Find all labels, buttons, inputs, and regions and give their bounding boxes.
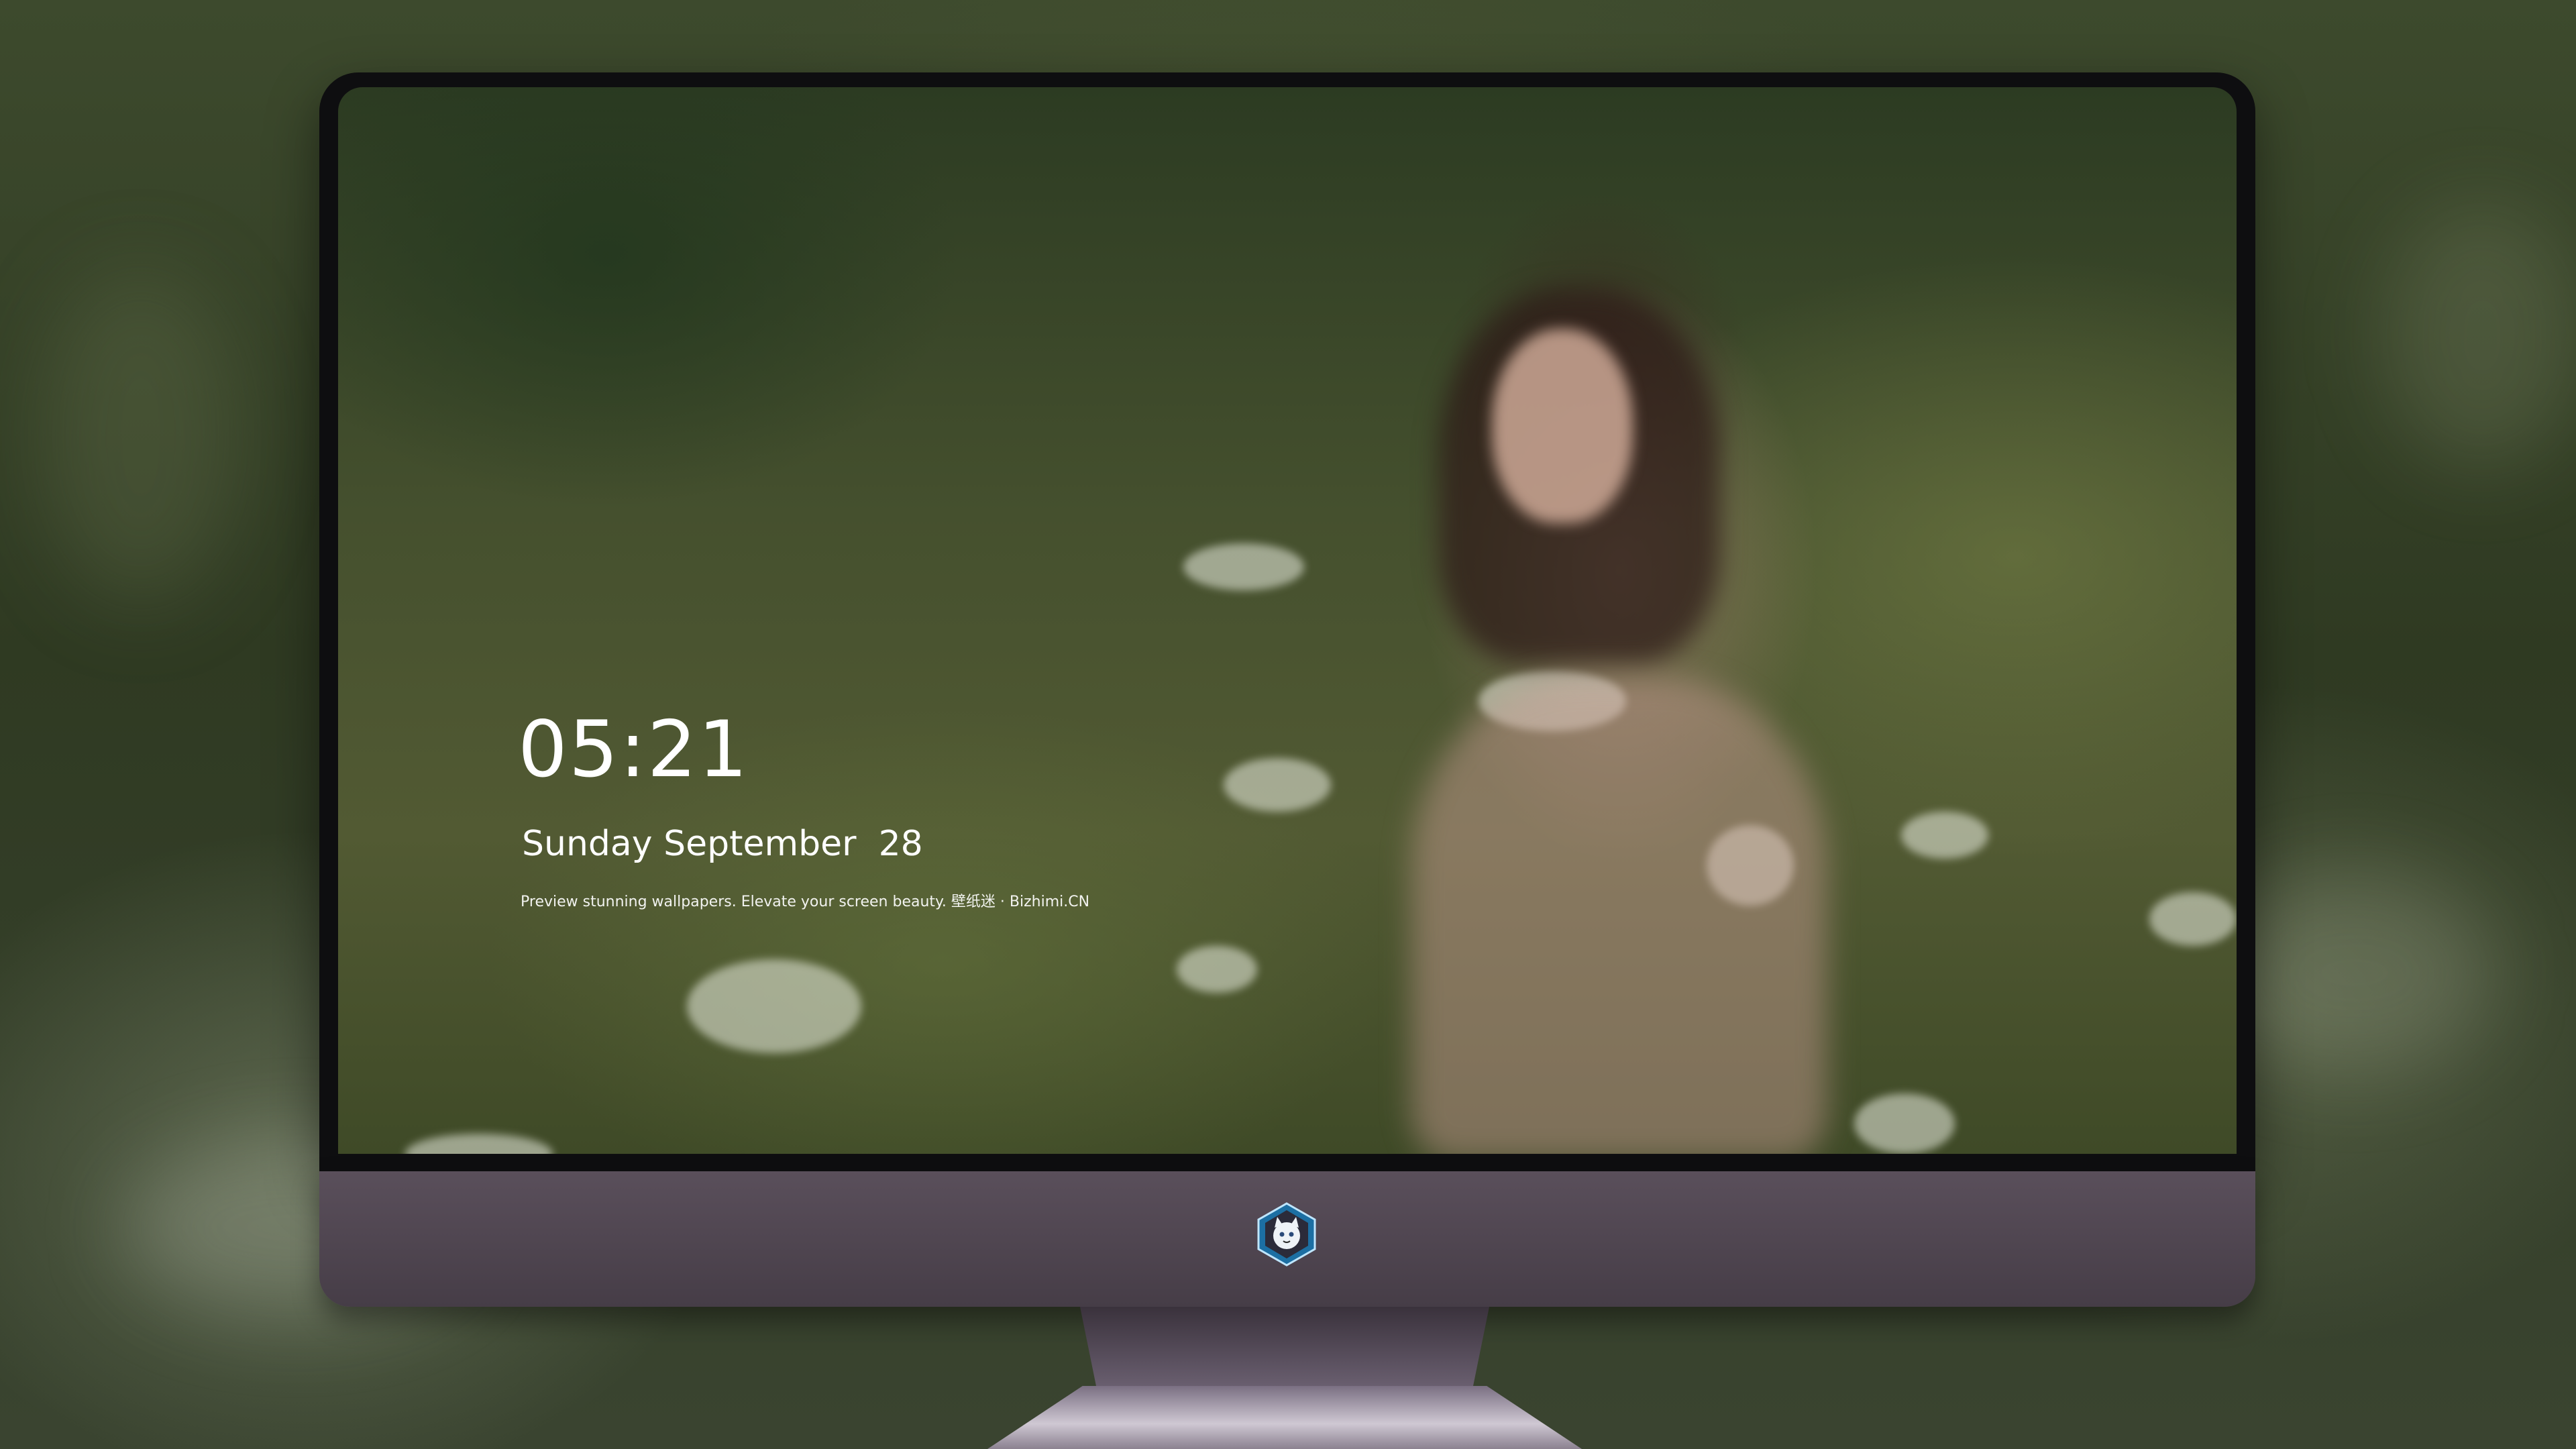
background-blur-blob	[40, 268, 241, 604]
monitor-stand-neck	[1080, 1307, 1489, 1387]
wallpaper-figure-body	[1411, 678, 1827, 1154]
monitor-stand-base	[987, 1386, 1582, 1449]
wallpaper-flower	[687, 959, 861, 1053]
wallpaper-flower	[1224, 758, 1331, 812]
wallpaper-flower	[1177, 946, 1257, 993]
monitor-screen: 05:21 Sunday September 28 Preview stunni…	[338, 87, 2237, 1154]
wallpaper-flower	[1854, 1093, 1955, 1154]
wallpaper-flower	[405, 1134, 553, 1154]
monitor-bezel: 05:21 Sunday September 28 Preview stunni…	[319, 72, 2255, 1171]
background-blur-blob	[2214, 872, 2496, 1073]
cat-mascot-logo-icon	[1257, 1202, 1316, 1267]
background-blur-blob	[2381, 201, 2576, 470]
wallpaper-flower	[1183, 543, 1304, 590]
wallpaper-flower	[1901, 812, 1988, 859]
lockscreen-tagline: Preview stunning wallpapers. Elevate you…	[521, 894, 1090, 910]
monitor-chin	[319, 1171, 2255, 1307]
lockscreen-time: 05:21	[518, 704, 749, 795]
wallpaper-flower	[2149, 892, 2237, 946]
wallpaper-figure-face	[1492, 329, 1633, 523]
lockscreen-date: Sunday September 28	[522, 824, 923, 864]
